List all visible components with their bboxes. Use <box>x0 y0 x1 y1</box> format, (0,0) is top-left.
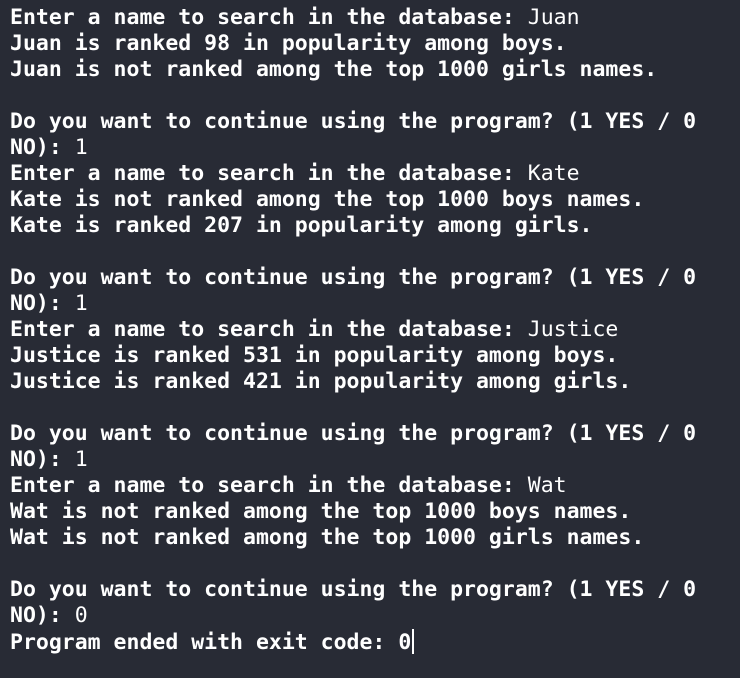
text-cursor <box>412 629 415 654</box>
output-line: Justice is ranked 531 in popularity amon… <box>10 343 740 369</box>
output-text: Juan is ranked 98 in popularity among bo… <box>10 31 567 56</box>
output-line: Juan is ranked 98 in popularity among bo… <box>10 31 740 57</box>
output-text: Kate is ranked 207 in popularity among g… <box>10 213 593 238</box>
exit-status-line: Program ended with exit code: 0 <box>10 629 740 655</box>
user-input: Kate <box>527 161 580 186</box>
output-line: Do you want to continue using the progra… <box>10 577 740 603</box>
prompt-line: NO): 1 <box>10 135 740 161</box>
output-line: Kate is not ranked among the top 1000 bo… <box>10 187 740 213</box>
prompt-line: NO): 1 <box>10 447 740 473</box>
output-text: Do you want to continue using the progra… <box>10 265 697 290</box>
output-text: Do you want to continue using the progra… <box>10 109 697 134</box>
output-line: Do you want to continue using the progra… <box>10 265 740 291</box>
prompt-line: Enter a name to search in the database: … <box>10 161 740 187</box>
prompt-text: NO): <box>10 135 75 160</box>
output-line: Kate is ranked 207 in popularity among g… <box>10 213 740 239</box>
prompt-text: Program ended with exit code: <box>10 630 399 655</box>
exit-code: 0 <box>398 630 412 655</box>
user-input: 1 <box>74 291 88 316</box>
output-line: Do you want to continue using the progra… <box>10 109 740 135</box>
user-input: Juan <box>527 5 580 30</box>
output-text: Do you want to continue using the progra… <box>10 577 697 602</box>
prompt-line: Enter a name to search in the database: … <box>10 5 740 31</box>
prompt-line: NO): 0 <box>10 603 740 629</box>
prompt-text: NO): <box>10 603 75 628</box>
prompt-line: Enter a name to search in the database: … <box>10 473 740 499</box>
output-line: Do you want to continue using the progra… <box>10 421 740 447</box>
output-line: Juan is not ranked among the top 1000 gi… <box>10 57 740 83</box>
prompt-text: Enter a name to search in the database: <box>10 473 528 498</box>
output-text: Wat is not ranked among the top 1000 gir… <box>10 525 645 550</box>
output-text: Wat is not ranked among the top 1000 boy… <box>10 499 632 524</box>
prompt-text: Enter a name to search in the database: <box>10 5 528 30</box>
output-line: Justice is ranked 421 in popularity amon… <box>10 369 740 395</box>
prompt-text: NO): <box>10 447 75 472</box>
prompt-text: Enter a name to search in the database: <box>10 317 528 342</box>
prompt-line: Enter a name to search in the database: … <box>10 317 740 343</box>
user-input: 0 <box>74 603 88 628</box>
prompt-text: NO): <box>10 291 75 316</box>
output-text: Justice is ranked 421 in popularity amon… <box>10 369 632 394</box>
user-input: 1 <box>74 135 88 160</box>
output-line: Wat is not ranked among the top 1000 gir… <box>10 525 740 551</box>
user-input: 1 <box>74 447 88 472</box>
user-input: Wat <box>527 473 567 498</box>
output-text: Do you want to continue using the progra… <box>10 421 697 446</box>
output-text: Justice is ranked 531 in popularity amon… <box>10 343 619 368</box>
prompt-text: Enter a name to search in the database: <box>10 161 528 186</box>
terminal-output[interactable]: Enter a name to search in the database: … <box>0 0 740 678</box>
output-line: Wat is not ranked among the top 1000 boy… <box>10 499 740 525</box>
prompt-line: NO): 1 <box>10 291 740 317</box>
user-input: Justice <box>527 317 619 342</box>
output-text: Juan is not ranked among the top 1000 gi… <box>10 57 658 82</box>
output-text: Kate is not ranked among the top 1000 bo… <box>10 187 645 212</box>
